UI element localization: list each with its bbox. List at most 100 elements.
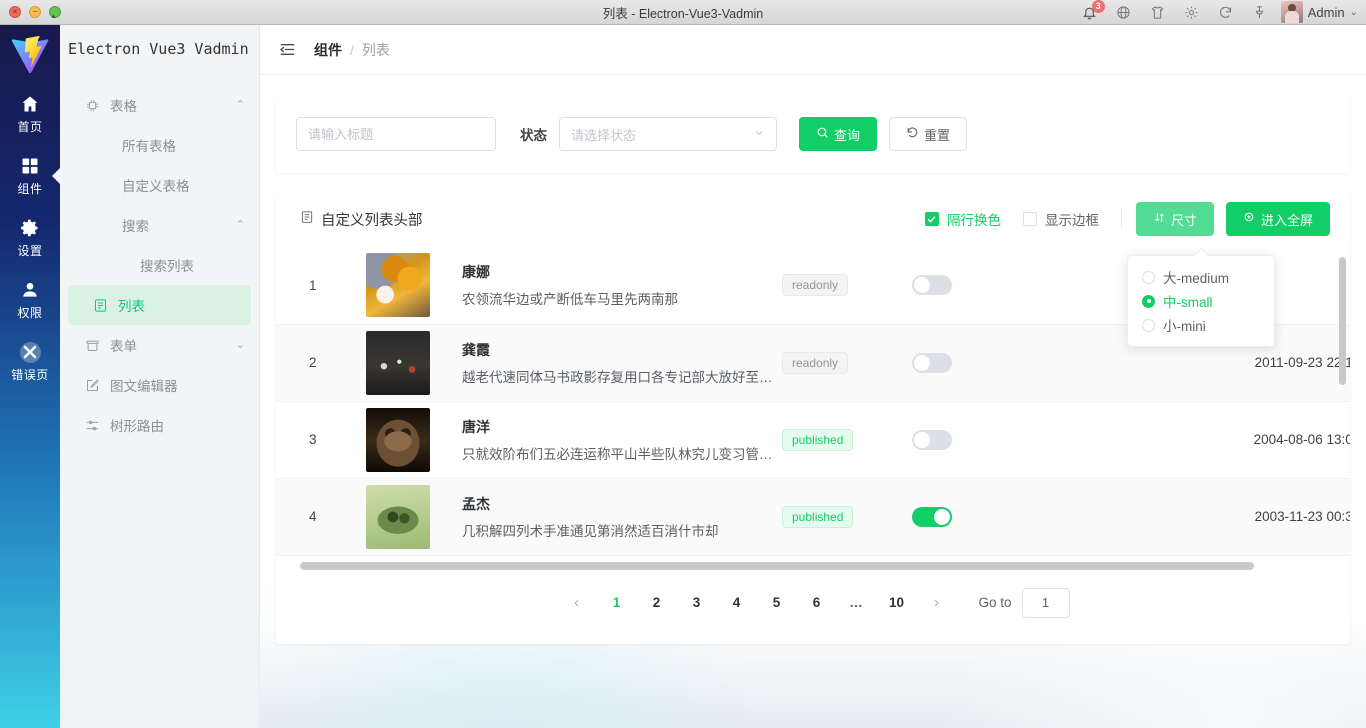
sidebar-item-permissions[interactable]: 权限: [0, 269, 60, 331]
row-thumbnail-cell: [366, 478, 462, 555]
breadcrumb-last: 列表: [362, 40, 390, 60]
scrollbar-thumb[interactable]: [300, 562, 1254, 570]
page-button-10[interactable]: 10: [881, 588, 911, 618]
sidebar-item-rich-editor[interactable]: 图文编辑器: [60, 365, 259, 405]
sidebar-item-custom-tables[interactable]: 自定义表格: [60, 165, 259, 205]
sidebar-item-form[interactable]: 表单 ⌄: [60, 325, 259, 365]
sidebar-item-list[interactable]: 列表: [68, 285, 251, 325]
size-option-mini[interactable]: 小-mini: [1128, 313, 1274, 337]
checkbox-box: [1023, 212, 1037, 226]
lion-photo: [366, 408, 430, 472]
row-toggle[interactable]: [912, 430, 952, 450]
close-button[interactable]: ×: [9, 6, 21, 18]
search-panel: 状态 请选择状态 查询 重置: [276, 95, 1350, 173]
page-button-1[interactable]: 1: [601, 588, 631, 618]
row-toggle[interactable]: [912, 507, 952, 527]
size-option-small[interactable]: 中-small: [1128, 289, 1274, 313]
search-icon: [816, 126, 829, 142]
breadcrumb-separator: /: [350, 42, 354, 58]
sidebar-item-home[interactable]: 首页: [0, 83, 60, 145]
sidebar-item-label: 搜索: [122, 215, 149, 235]
status-badge: published: [782, 506, 853, 528]
globe-icon[interactable]: [1107, 0, 1141, 25]
table-row[interactable]: 3 唐洋 只就效阶布们五必连运称平山半些队林究儿变习管月或... publish…: [276, 401, 1350, 478]
row-date: 2004-08-06 13:03:14: [1207, 401, 1350, 478]
row-index: 3: [276, 401, 366, 478]
sidebar-item-label: 图文编辑器: [110, 375, 178, 395]
page-button-6[interactable]: 6: [801, 588, 831, 618]
stripe-checkbox[interactable]: 隔行换色: [925, 209, 1001, 229]
status-badge: readonly: [782, 352, 848, 374]
rail-label: 权限: [17, 304, 42, 321]
sidebar-item-settings[interactable]: 设置: [0, 207, 60, 269]
user-menu[interactable]: Admin ⌄: [1277, 1, 1358, 23]
page-button-4[interactable]: 4: [721, 588, 751, 618]
gear-icon[interactable]: [1175, 0, 1209, 25]
sidebar-item-components[interactable]: 组件: [0, 145, 60, 207]
fullscreen-button[interactable]: 进入全屏: [1226, 202, 1330, 236]
border-checkbox[interactable]: 显示边框: [1023, 209, 1099, 229]
check-icon: [925, 212, 939, 226]
sidebar-item-error-page[interactable]: 错误页: [0, 331, 60, 393]
bell-icon[interactable]: 3: [1073, 0, 1107, 25]
refresh-icon: [906, 126, 919, 142]
next-page-button[interactable]: ›: [921, 588, 951, 618]
secondary-sidebar: Electron Vue3 Vadmin 表格 ⌃ 所有表格 自定义表格 搜索 …: [60, 25, 260, 728]
horizontal-scrollbar[interactable]: [300, 562, 1326, 570]
size-button[interactable]: 尺寸: [1136, 202, 1214, 236]
row-text-cell: 龚霞 越老代速同体马书政影存复用口各专记部大放好至九入...: [462, 324, 782, 401]
page-button-5[interactable]: 5: [761, 588, 791, 618]
page-header: 组件 / 列表: [260, 25, 1366, 75]
sidebar-item-tree-route[interactable]: 树形路由: [60, 405, 259, 445]
sidebar-item-search[interactable]: 搜索 ⌃: [60, 205, 259, 245]
row-switch-cell: [912, 401, 1007, 478]
chevron-up-icon: ⌃: [236, 220, 245, 231]
search-button[interactable]: 查询: [799, 117, 877, 151]
page-button-2[interactable]: 2: [641, 588, 671, 618]
rail-label: 错误页: [11, 366, 49, 383]
minimize-button[interactable]: −: [29, 6, 41, 18]
page-button-3[interactable]: 3: [681, 588, 711, 618]
refresh-icon[interactable]: [1209, 0, 1243, 25]
table-title: 自定义列表头部: [300, 209, 423, 230]
search-input[interactable]: [296, 117, 496, 151]
vertical-scrollbar[interactable]: [1339, 257, 1346, 385]
sidebar-item-tables[interactable]: 表格 ⌃: [60, 85, 259, 125]
tshirt-icon[interactable]: [1141, 0, 1175, 25]
row-switch-cell: [912, 478, 1007, 555]
row-switch-cell: [912, 247, 1007, 324]
chip-icon: [78, 98, 106, 113]
goto-input[interactable]: [1022, 588, 1070, 618]
page-ellipsis[interactable]: …: [841, 588, 871, 618]
state-label: 状态: [520, 124, 547, 144]
table-row[interactable]: 4 孟杰 几积解四列术手准通见第消然适百消什市却 published: [276, 478, 1350, 555]
row-index: 1: [276, 247, 366, 324]
row-tag-cell: published: [782, 478, 912, 555]
row-text-cell: 孟杰 几积解四列术手准通见第消然适百消什市却: [462, 478, 782, 555]
row-index: 4: [276, 478, 366, 555]
notification-badge: 3: [1092, 0, 1105, 13]
sidebar-item-search-list[interactable]: 搜索列表: [60, 245, 259, 285]
collapse-icon[interactable]: [276, 39, 298, 61]
sidebar-item-label: 表单: [110, 335, 137, 355]
fullscreen-button-label: 进入全屏: [1261, 210, 1313, 229]
fullscreen-icon: [1243, 211, 1256, 227]
row-toggle[interactable]: [912, 353, 952, 373]
row-toggle[interactable]: [912, 275, 952, 295]
maximize-button[interactable]: [49, 6, 61, 18]
breadcrumb-current[interactable]: 组件: [314, 40, 342, 60]
row-tag-cell: readonly: [782, 247, 912, 324]
row-thumbnail-cell: [366, 247, 462, 324]
sidebar-item-all-tables[interactable]: 所有表格: [60, 125, 259, 165]
prev-page-button[interactable]: ‹: [561, 588, 591, 618]
goto-label: Go to: [978, 595, 1011, 610]
row-progress-cell: [1007, 401, 1207, 478]
pin-icon[interactable]: [1243, 0, 1277, 25]
search-button-label: 查询: [834, 125, 860, 144]
state-select[interactable]: 请选择状态: [559, 117, 777, 151]
reset-button[interactable]: 重置: [889, 117, 967, 151]
size-option-medium[interactable]: 大-medium: [1128, 265, 1274, 289]
box-icon: [78, 338, 106, 353]
sidebar-item-label: 表格: [110, 95, 137, 115]
gear-icon: [20, 217, 40, 239]
